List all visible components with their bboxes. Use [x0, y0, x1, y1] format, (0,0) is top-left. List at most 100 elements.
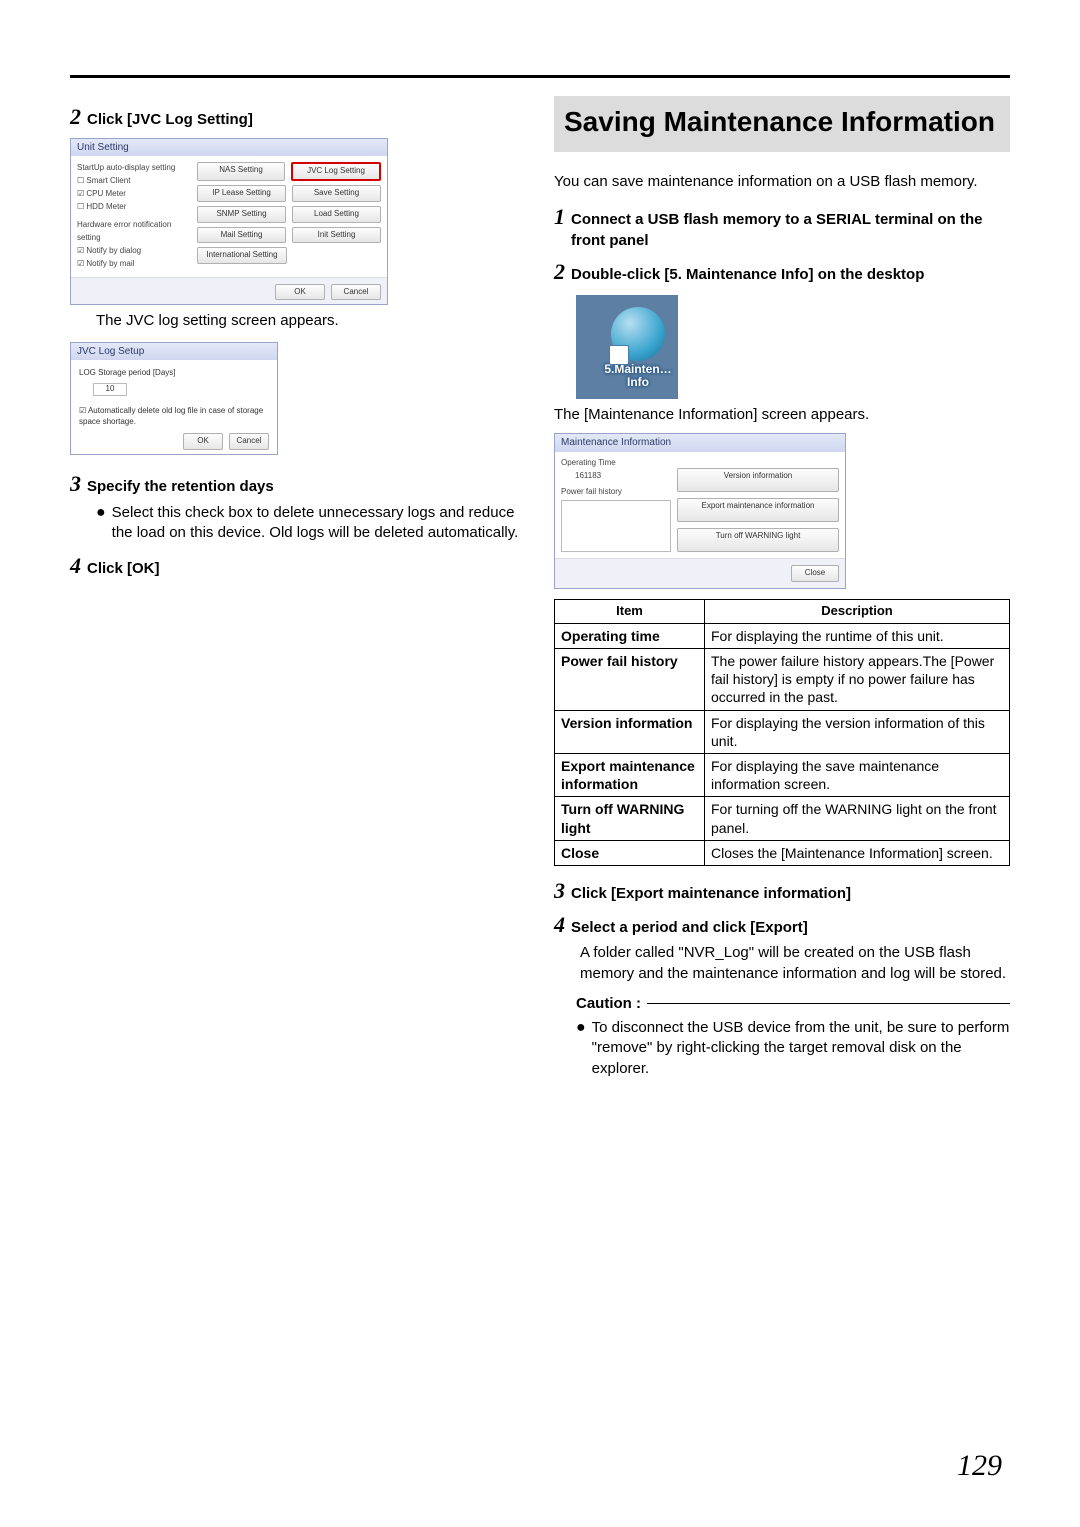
auto-delete-checkbox[interactable]: ☑ Automatically delete old log file in c… — [79, 406, 269, 428]
cell-desc: For displaying the version information o… — [705, 710, 1010, 753]
caption-mi: The [Maintenance Information] screen app… — [554, 405, 1010, 425]
step-text: Connect a USB flash memory to a SERIAL t… — [571, 210, 1010, 251]
bullet-icon: ● — [576, 1018, 586, 1079]
save-setting-button[interactable]: Save Setting — [292, 185, 381, 202]
cell-item: Close — [555, 840, 705, 865]
cell-item: Power fail history — [555, 649, 705, 711]
caption-jvc-log: The JVC log setting screen appears. — [96, 311, 526, 331]
description-table: Item Description Operating timeFor displ… — [554, 599, 1010, 866]
bullet-step3: ● Select this check box to delete unnece… — [96, 503, 526, 544]
step-number: 4 — [70, 551, 81, 581]
step-number: 3 — [554, 876, 565, 906]
operating-time-value: 161183 — [575, 471, 671, 482]
ok-button[interactable]: OK — [275, 284, 325, 301]
section-heading-box: Saving Maintenance Information — [554, 96, 1010, 152]
label-auto: StartUp auto-display setting — [77, 162, 197, 175]
bullet-text: Select this check box to delete unnecess… — [112, 503, 526, 544]
load-setting-button[interactable]: Load Setting — [292, 206, 381, 223]
step-r3: 3 Click [Export maintenance information] — [554, 876, 1010, 906]
operating-time-label: Operating Time — [561, 458, 671, 469]
export-maintenance-button[interactable]: Export maintenance information — [677, 498, 839, 522]
close-button[interactable]: Close — [791, 565, 839, 582]
step-number: 2 — [70, 102, 81, 132]
table-row: CloseCloses the [Maintenance Information… — [555, 840, 1010, 865]
cell-desc: Closes the [Maintenance Information] scr… — [705, 840, 1010, 865]
table-row: Turn off WARNING lightFor turning off th… — [555, 797, 1010, 840]
table-header-desc: Description — [705, 599, 1010, 623]
step-2: 2 Click [JVC Log Setting] — [70, 102, 526, 132]
cancel-button[interactable]: Cancel — [229, 433, 269, 450]
cell-item: Version information — [555, 710, 705, 753]
step-text: Click [JVC Log Setting] — [87, 110, 253, 130]
step-text: Click [Export maintenance information] — [571, 884, 851, 904]
cell-item: Export maintenance information — [555, 753, 705, 796]
left-panel: StartUp auto-display setting ☐ Smart Cli… — [77, 162, 197, 270]
power-fail-label: Power fail history — [561, 487, 671, 498]
step-number: 3 — [70, 469, 81, 499]
label-hdd: HDD Meter — [86, 202, 126, 211]
ok-button[interactable]: OK — [183, 433, 223, 450]
step-text: Specify the retention days — [87, 477, 274, 497]
version-info-button[interactable]: Version information — [677, 468, 839, 492]
cb-notify-dialog: ☑ Notify by dialog — [77, 245, 197, 258]
page-number: 129 — [957, 1449, 1002, 1483]
step-number: 2 — [554, 257, 565, 287]
step-text: Select a period and click [Export] — [571, 918, 808, 938]
desktop-icon[interactable]: ↗ 5.Mainten… Info — [576, 295, 678, 399]
intro-text: You can save maintenance information on … — [554, 172, 1010, 192]
nas-setting-button[interactable]: NAS Setting — [197, 162, 285, 181]
window-title: Maintenance Information — [555, 434, 845, 452]
right-column: Saving Maintenance Information You can s… — [554, 96, 1010, 1083]
top-rule — [70, 75, 1010, 78]
table-row: Operating timeFor displaying the runtime… — [555, 623, 1010, 648]
snmp-setting-button[interactable]: SNMP Setting — [197, 206, 286, 223]
international-setting-button[interactable]: International Setting — [197, 247, 287, 264]
cell-item: Operating time — [555, 623, 705, 648]
jvc-log-setting-button[interactable]: JVC Log Setting — [291, 162, 381, 181]
unit-setting-screenshot: Unit Setting StartUp auto-display settin… — [70, 138, 388, 306]
step-r2: 2 Double-click [5. Maintenance Info] on … — [554, 257, 1010, 287]
cell-desc: The power failure history appears.The [P… — [705, 649, 1010, 711]
cell-desc: For displaying the save maintenance info… — [705, 753, 1010, 796]
table-row: Power fail historyThe power failure hist… — [555, 649, 1010, 711]
window-title: JVC Log Setup — [71, 343, 277, 361]
maintenance-info-screenshot: Maintenance Information Operating Time 1… — [554, 433, 846, 589]
section-heading: Saving Maintenance Information — [564, 106, 1000, 138]
mail-setting-button[interactable]: Mail Setting — [197, 227, 286, 244]
turn-off-warning-button[interactable]: Turn off WARNING light — [677, 528, 839, 552]
bullet-icon: ● — [96, 503, 106, 544]
label-cpu: CPU Meter — [86, 189, 126, 198]
table-row: Export maintenance informationFor displa… — [555, 753, 1010, 796]
step-text: Double-click [5. Maintenance Info] on th… — [571, 265, 924, 285]
step-text: Click [OK] — [87, 559, 160, 579]
ip-lease-setting-button[interactable]: IP Lease Setting — [197, 185, 286, 202]
step-number: 4 — [554, 910, 565, 940]
storage-period-label: LOG Storage period [Days] — [79, 368, 269, 379]
cell-item: Turn off WARNING light — [555, 797, 705, 840]
storage-period-value[interactable]: 10 — [93, 383, 127, 396]
button-grid: NAS Setting JVC Log Setting IP Lease Set… — [197, 162, 381, 270]
cell-desc: For turning off the WARNING light on the… — [705, 797, 1010, 840]
caution-label: Caution : — [576, 994, 641, 1014]
step-3: 3 Specify the retention days — [70, 469, 526, 499]
step-r4: 4 Select a period and click [Export] — [554, 910, 1010, 940]
cancel-button[interactable]: Cancel — [331, 284, 381, 301]
label-hw: Hardware error notification setting — [77, 219, 197, 245]
caution-bullet: ● To disconnect the USB device from the … — [576, 1018, 1010, 1079]
init-setting-button[interactable]: Init Setting — [292, 227, 381, 244]
caution-text: To disconnect the USB device from the un… — [592, 1018, 1010, 1079]
step-r1: 1 Connect a USB flash memory to a SERIAL… — [554, 202, 1010, 251]
step-4: 4 Click [OK] — [70, 551, 526, 581]
left-column: 2 Click [JVC Log Setting] Unit Setting S… — [70, 96, 526, 1083]
cell-desc: For displaying the runtime of this unit. — [705, 623, 1010, 648]
table-header-item: Item — [555, 599, 705, 623]
power-fail-listbox — [561, 500, 671, 552]
cb-smart: ☐ Smart Client — [77, 175, 197, 188]
cb-notify-mail: ☑ Notify by mail — [77, 258, 197, 271]
cb-cpu: ☑ CPU Meter — [77, 188, 197, 201]
step4-body: A folder called "NVR_Log" will be create… — [580, 943, 1010, 984]
caution-heading: Caution : — [576, 994, 1010, 1014]
label-smart: Smart Client — [86, 176, 130, 185]
jvc-log-setup-screenshot: JVC Log Setup LOG Storage period [Days] … — [70, 342, 278, 455]
cb-hdd: ☐ HDD Meter — [77, 201, 197, 214]
